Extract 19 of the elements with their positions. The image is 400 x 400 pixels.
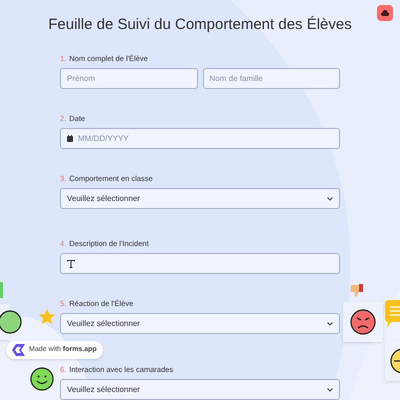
chevron-down-icon	[327, 322, 333, 326]
angry-face-icon	[350, 309, 376, 335]
star-icon	[38, 308, 56, 326]
logo-icon	[12, 344, 25, 356]
dropdown[interactable]: Veuillez sélectionner	[60, 188, 340, 209]
form-title: Feuille de Suivi du Comportement des Élèves	[48, 15, 352, 34]
cloud-button[interactable]	[377, 5, 393, 21]
chat-bubble-icon	[385, 300, 400, 330]
text-icon	[67, 260, 75, 268]
cloud-icon	[381, 10, 389, 16]
chevron-down-icon	[327, 196, 333, 200]
last-name-field[interactable]: Nom de famille	[202, 68, 340, 89]
thumbs-down-icon	[350, 284, 364, 298]
first-name-field[interactable]: Prénom	[60, 68, 198, 89]
dropdown[interactable]: Veuillez sélectionner	[60, 379, 340, 400]
text-field[interactable]	[60, 253, 340, 274]
dropdown[interactable]: Veuillez sélectionner	[60, 313, 340, 334]
chevron-down-icon	[327, 388, 333, 392]
calendar-icon	[67, 135, 73, 142]
